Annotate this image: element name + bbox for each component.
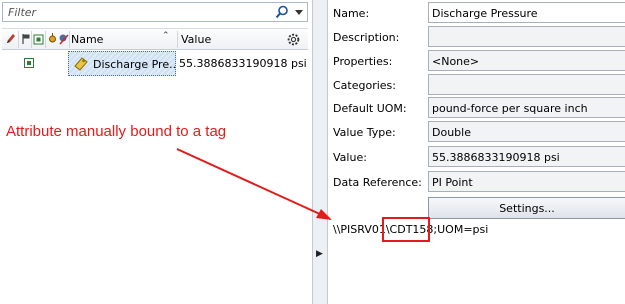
properties-row: Properties: <None> xyxy=(328,49,625,73)
default-uom-row: Default UOM: pound-force per square inch xyxy=(328,96,625,120)
data-reference-row: Data Reference: PI Point xyxy=(328,170,625,194)
gear-icon[interactable] xyxy=(286,32,301,47)
description-field[interactable] xyxy=(428,26,625,47)
value-type-row: Value Type: Double xyxy=(328,120,625,144)
attribute-name-cell[interactable]: Discharge Pre... xyxy=(68,51,176,76)
value-type-field[interactable]: Double xyxy=(428,121,625,142)
column-header: Name ⌃ Value xyxy=(2,28,308,50)
value-column-header[interactable]: Value xyxy=(181,33,211,46)
data-reference-field[interactable]: PI Point xyxy=(428,171,625,192)
filter-input[interactable] xyxy=(6,5,260,20)
name-label: Name: xyxy=(333,7,370,20)
value-label: Value: xyxy=(333,151,367,164)
properties-field[interactable]: <None> xyxy=(428,50,625,71)
attribute-value: 55.3886833190918 psi xyxy=(179,57,307,70)
dropdown-icon[interactable] xyxy=(294,6,304,18)
search-icon[interactable] xyxy=(275,5,289,19)
name-field[interactable]: Discharge Pressure xyxy=(428,2,625,23)
data-reference-label: Data Reference: xyxy=(333,176,422,189)
link-icon[interactable] xyxy=(47,33,58,45)
flag-icon[interactable] xyxy=(20,33,31,45)
sort-caret-icon: ⌃ xyxy=(162,31,170,41)
tag-highlight-box xyxy=(382,217,430,242)
pane-splitter[interactable]: ▶ xyxy=(312,0,328,304)
properties-pane: Name: Discharge Pressure Description: Pr… xyxy=(328,0,625,304)
tag-icon xyxy=(74,57,88,71)
check-icon xyxy=(24,58,34,68)
check-icon[interactable] xyxy=(33,33,44,45)
edit-icon[interactable] xyxy=(5,33,16,45)
value-row: Value: 55.3886833190918 psi xyxy=(328,145,625,169)
categories-row: Categories: xyxy=(328,73,625,97)
name-column-header[interactable]: Name xyxy=(71,33,103,46)
categories-label: Categories: xyxy=(333,79,396,92)
filter-bar xyxy=(2,2,308,22)
name-row: Name: Discharge Pressure xyxy=(328,1,625,25)
description-row: Description: xyxy=(328,25,625,49)
splitter-arrow-icon[interactable]: ▶ xyxy=(316,249,323,259)
settings-button[interactable]: Settings... xyxy=(428,197,625,219)
properties-label: Properties: xyxy=(333,55,393,68)
description-label: Description: xyxy=(333,31,400,44)
value-type-label: Value Type: xyxy=(333,126,396,139)
attribute-row[interactable]: Discharge Pre... 55.3886833190918 psi xyxy=(2,51,308,77)
attribute-name: Discharge Pre... xyxy=(93,58,175,71)
attribute-list-pane: Name ⌃ Value Discharge Pre... 55.3886833… xyxy=(0,0,312,304)
default-uom-label: Default UOM: xyxy=(333,102,407,115)
exclude-icon[interactable] xyxy=(58,33,69,45)
annotation-label: Attribute manually bound to a tag xyxy=(6,123,227,140)
categories-field[interactable] xyxy=(428,74,625,95)
value-field[interactable]: 55.3886833190918 psi xyxy=(428,146,625,167)
default-uom-field[interactable]: pound-force per square inch xyxy=(428,97,625,118)
